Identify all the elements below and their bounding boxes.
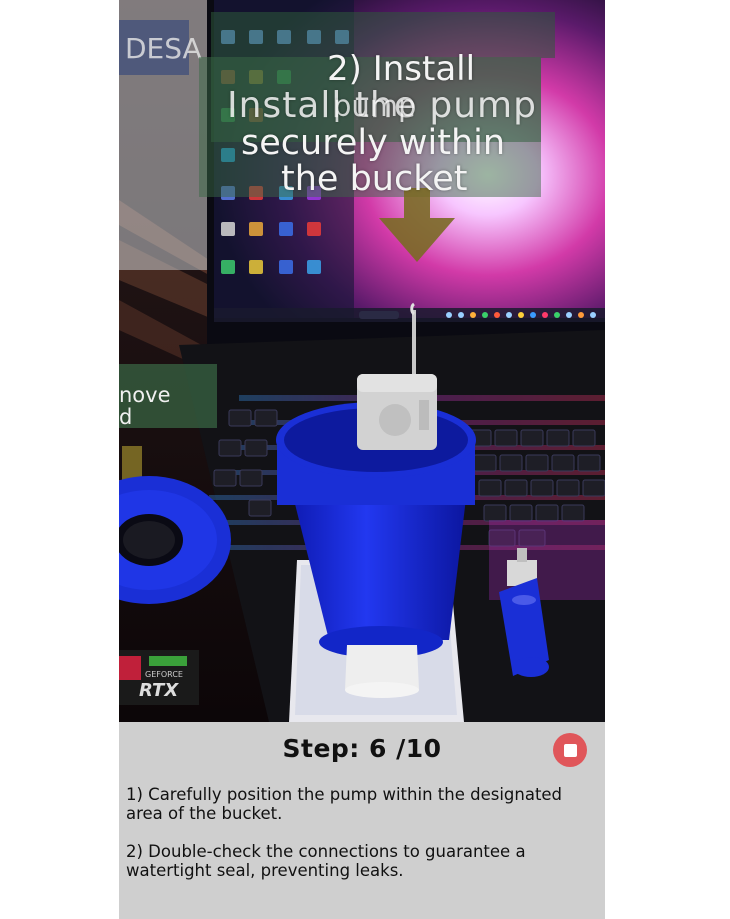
ar-instruction-line-2: securely within <box>241 123 506 163</box>
ar-camera-view: DESA GEFORCE RTX 2) Install Install the … <box>119 0 605 919</box>
instruction-panel: Step: 6 /10 1) Carefully position the pu… <box>119 722 605 919</box>
stop-button[interactable] <box>553 733 587 767</box>
ar-scene: DESA GEFORCE RTX 2) Install Install the … <box>119 0 605 722</box>
step-counter: Step: 6 /10 <box>282 734 442 763</box>
stop-icon <box>563 743 577 757</box>
instruction-list: 1) Carefully position the pump within th… <box>126 785 596 899</box>
ar-instruction-line-1-overlap: pump <box>333 89 417 123</box>
rtx-prefix: GEFORCE <box>145 670 183 679</box>
ar-left-label: nove d <box>119 383 171 430</box>
instruction-item: 2) Double-check the connections to guara… <box>126 842 526 880</box>
instruction-item: 1) Carefully position the pump within th… <box>126 785 563 823</box>
bottle-label: DESA <box>125 32 202 65</box>
ar-step-heading: 2) Install <box>327 49 476 89</box>
rtx-label: RTX <box>139 680 179 701</box>
ar-instruction-line-3: the bucket <box>281 159 468 199</box>
